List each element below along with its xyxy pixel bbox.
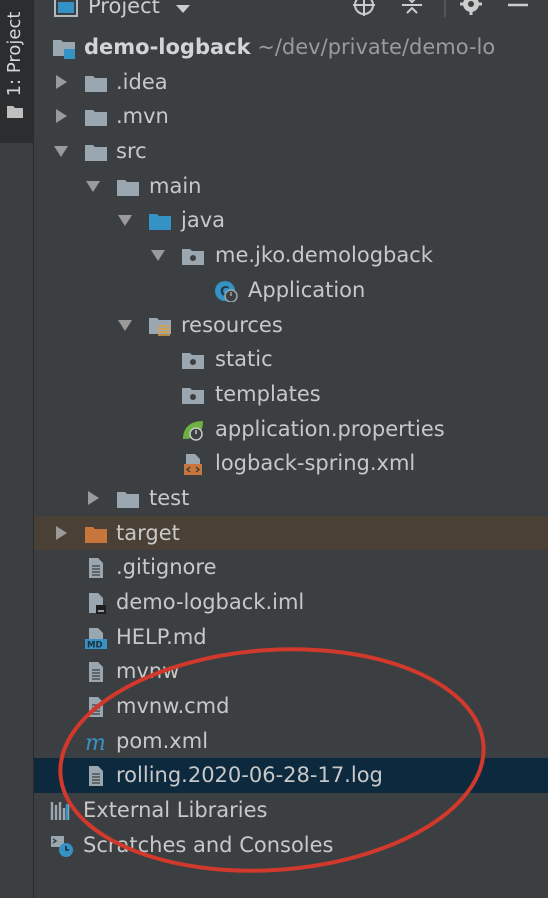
folder-icon [84,72,108,94]
expand-arrow-icon[interactable] [52,65,70,100]
tree-node-log-file[interactable]: rolling.2020-06-28-17.log [34,758,548,794]
locate-icon[interactable] [352,0,376,18]
collapse-arrow-icon[interactable] [116,203,134,238]
svg-text:MD: MD [87,640,103,649]
folder-icon [181,384,205,406]
expand-arrow-icon[interactable] [52,99,70,134]
tree-node-gitignore[interactable]: .gitignore [34,550,548,585]
tree-node-label: test [149,485,190,510]
gear-icon[interactable] [459,0,483,18]
tree-node-root[interactable]: demo-logback ~/dev/private/demo-lo [34,30,548,65]
project-view-title[interactable]: Project [88,0,160,18]
xml-file-icon [184,454,202,476]
tree-node-label: me.jko.demologback [215,243,433,268]
chevron-down-icon[interactable] [175,2,191,16]
tree-node-label: .idea [116,69,168,94]
tree-node-test[interactable]: test [34,481,548,516]
resources-folder-icon [149,317,171,336]
folder-icon [116,176,140,198]
scratches-icon [51,835,73,857]
tree-node-mvnw[interactable]: mvnw [34,654,548,689]
tree-node-package[interactable]: me.jko.demologback [34,238,548,273]
folder-icon [181,349,205,371]
file-icon [84,661,108,683]
tree-node-label: static [215,347,273,372]
tool-window-stripe: 1: Project [0,0,34,898]
package-icon [181,245,205,267]
excluded-folder-icon [84,523,108,545]
tree-node-logback-xml[interactable]: logback-spring.xml [34,446,548,481]
tree-node-label: application.properties [215,416,445,441]
tree-node-templates[interactable]: templates [34,377,548,412]
collapse-arrow-icon[interactable] [116,308,134,343]
tree-node-label: rolling.2020-06-28-17.log [116,763,383,788]
collapse-arrow-icon[interactable] [84,169,102,204]
tree-node-label: templates [215,381,321,406]
toolbar-divider [444,0,446,17]
tree-node-application[interactable]: C Application [34,273,548,308]
tree-node-label: demo-logback.iml [116,590,305,614]
tree-node-idea[interactable]: .idea [34,65,548,100]
tree-node-help-md[interactable]: MD HELP.md [34,620,548,655]
folder-icon [7,106,23,118]
folder-icon [116,488,140,510]
tree-node-resources[interactable]: resources [34,308,548,343]
tree-node-external-libraries[interactable]: External Libraries [34,793,548,828]
maven-icon: m [85,731,106,753]
tree-node-main[interactable]: main [34,169,548,204]
project-tool-window-tab[interactable]: 1: Project [0,0,33,143]
tree-node-label: Scratches and Consoles [83,832,334,857]
tree-node-pom[interactable]: m pom.xml [34,724,548,759]
file-icon [84,765,108,787]
project-view-icon [54,0,78,17]
expand-arrow-icon[interactable] [52,516,70,551]
tree-node-label: .gitignore [116,555,217,580]
tree-node-mvn[interactable]: .mvn [34,99,548,134]
iml-file-icon [89,593,106,614]
tree-node-label: mvnw.cmd [116,694,230,719]
markdown-file-icon: MD [85,627,107,649]
project-tree: demo-logback ~/dev/private/demo-lo .idea… [34,30,548,863]
tree-node-src[interactable]: src [34,134,548,169]
tree-node-label: java [181,208,225,233]
project-tab-label: 1: Project [4,11,25,97]
svg-text:m: m [85,731,106,753]
library-icon [50,802,70,821]
collapse-all-icon[interactable] [400,0,424,18]
tree-node-label: logback-spring.xml [215,451,416,476]
tree-node-java[interactable]: java [34,203,548,238]
collapse-arrow-icon[interactable] [52,134,70,169]
folder-icon [84,141,108,163]
tree-node-label: resources [181,312,283,337]
collapse-arrow-icon[interactable] [149,238,167,273]
module-folder-icon [53,40,75,59]
tree-node-label: src [116,139,147,164]
hide-panel-icon[interactable] [506,0,530,18]
tree-node-label: pom.xml [116,728,209,753]
tree-node-label: Application [248,277,366,302]
tree-node-label: mvnw [116,659,180,684]
tree-node-label: main [149,173,202,198]
spring-icon [183,420,203,441]
file-icon [84,696,108,718]
tree-node-label: External Libraries [83,798,268,823]
tree-node-iml[interactable]: demo-logback.iml [34,585,548,620]
tree-node-label: target [116,520,180,545]
expand-arrow-icon[interactable] [84,481,102,516]
root-module-name: demo-logback [84,35,251,59]
project-toolbar: Project [34,0,548,22]
tree-node-label: .mvn [116,104,169,129]
tree-node-properties[interactable]: application.properties [34,412,548,447]
tree-node-label: HELP.md [116,624,207,649]
tree-node-static[interactable]: static [34,342,548,377]
spring-boot-class-icon: C [215,280,238,302]
source-folder-icon [148,210,172,232]
file-icon [84,557,108,579]
tree-node-target[interactable]: target [34,515,548,551]
root-module-path: ~/dev/private/demo-lo [257,35,496,59]
tree-node-scratches[interactable]: Scratches and Consoles [34,828,548,863]
tree-node-mvnw-cmd[interactable]: mvnw.cmd [34,689,548,724]
folder-icon [84,106,108,128]
